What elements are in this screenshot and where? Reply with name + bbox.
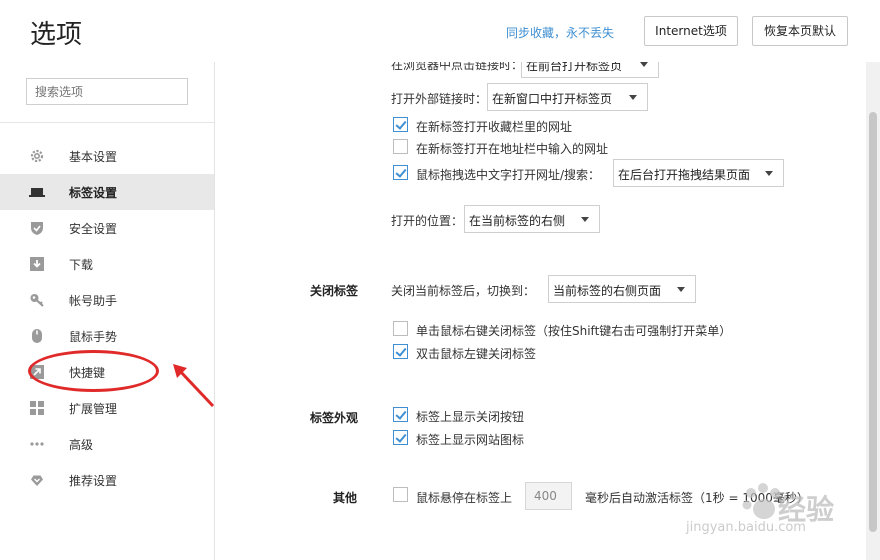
right-click-close-checkbox[interactable] [393, 321, 408, 336]
restore-defaults-button[interactable]: 恢复本页默认 [752, 16, 848, 46]
after-close-select[interactable]: 当前标签的右侧页面 [548, 275, 696, 303]
sidebar-item-tabs[interactable]: 标签设置 [0, 174, 214, 210]
chevron-down-icon [629, 95, 637, 100]
sidebar-item-label: 高级 [69, 438, 94, 452]
external-link-label: 打开外部链接时： [391, 92, 488, 106]
address-new-tab-checkbox[interactable] [393, 139, 408, 154]
select-value: 当前标签的右侧页面 [553, 284, 662, 298]
show-favicon-label: 标签上显示网站图标 [416, 433, 525, 447]
scrollbar[interactable] [866, 62, 880, 560]
hover-delay-suffix: 毫秒后自动激活标签（1秒 = 1000毫秒） [585, 491, 809, 505]
link-click-select[interactable]: 在前台打开标签页 [521, 62, 659, 78]
drag-text-checkbox[interactable] [393, 165, 408, 180]
bookmark-new-tab-label: 在新标签打开收藏栏里的网址 [416, 120, 573, 134]
sidebar-item-basic[interactable]: 基本设置 [0, 138, 214, 174]
select-value: 在后台打开拖拽结果页面 [618, 168, 751, 182]
sidebar-divider [0, 122, 214, 123]
sidebar-item-label: 下载 [69, 258, 94, 272]
chevron-down-icon [640, 62, 648, 67]
show-close-button-label: 标签上显示关闭按钮 [416, 410, 525, 424]
chevron-down-icon [581, 217, 589, 222]
mouse-icon [29, 328, 45, 344]
sidebar-item-security[interactable]: 安全设置 [0, 210, 214, 246]
chevron-down-icon [765, 171, 773, 176]
sidebar-item-advanced[interactable]: 高级 [0, 426, 214, 462]
show-close-button-checkbox[interactable] [393, 407, 408, 422]
hover-activate-checkbox[interactable] [393, 487, 408, 502]
watermark-url: jingyan.baidu.com [686, 520, 806, 535]
sidebar-item-label: 基本设置 [69, 150, 118, 164]
sidebar-item-label: 扩展管理 [69, 402, 118, 416]
close-tab-section-title: 关闭标签 [310, 284, 359, 298]
sidebar-item-label: 快捷键 [69, 366, 106, 380]
internet-options-button[interactable]: Internet选项 [644, 16, 738, 46]
select-value: 在新窗口中打开标签页 [492, 92, 613, 106]
gear-icon [29, 148, 45, 164]
double-click-close-checkbox[interactable] [393, 344, 408, 359]
sync-favorites-link[interactable]: 同步收藏，永不丢失 [506, 24, 614, 41]
sidebar-item-label: 标签设置 [69, 186, 118, 200]
tab-icon [29, 184, 45, 200]
sidebar-item-mouse-gesture[interactable]: 鼠标手势 [0, 318, 214, 354]
hover-activate-label: 鼠标悬停在标签上 [416, 491, 513, 505]
chevron-down-icon [677, 287, 685, 292]
external-link-select[interactable]: 在新窗口中打开标签页 [487, 83, 648, 111]
address-new-tab-label: 在新标签打开在地址栏中输入的网址 [416, 142, 609, 156]
heart-icon [29, 472, 45, 488]
sidebar-item-account[interactable]: 帐号助手 [0, 282, 214, 318]
sidebar-item-recommended[interactable]: 推荐设置 [0, 462, 214, 498]
show-favicon-checkbox[interactable] [393, 430, 408, 445]
grid-icon [29, 400, 45, 416]
link-click-label: 在浏览器中点击链接时： [391, 62, 524, 72]
sidebar-item-download[interactable]: 下载 [0, 246, 214, 282]
page-title: 选项 [30, 20, 83, 50]
shortcut-icon [29, 364, 45, 380]
key-icon [29, 292, 45, 308]
open-position-select[interactable]: 在当前标签的右侧 [464, 205, 600, 233]
select-value: 在前台打开标签页 [526, 62, 623, 73]
sidebar-item-label: 帐号助手 [69, 294, 118, 308]
after-close-label: 关闭当前标签后，切换到： [391, 284, 536, 298]
double-click-close-label: 双击鼠标左键关闭标签 [416, 347, 537, 361]
more-icon [29, 436, 45, 452]
sidebar-item-label: 鼠标手势 [69, 330, 118, 344]
right-click-close-label: 单击鼠标右键关闭标签（按住Shift键右击可强制打开菜单） [416, 324, 732, 338]
shield-icon [29, 220, 45, 236]
other-section-title: 其他 [333, 491, 358, 505]
hover-delay-input[interactable] [525, 482, 572, 510]
sidebar-item-extensions[interactable]: 扩展管理 [0, 390, 214, 426]
sidebar-item-shortcuts[interactable]: 快捷键 [0, 354, 214, 390]
download-icon [29, 256, 45, 272]
select-value: 在当前标签的右侧 [469, 214, 566, 228]
drag-text-label: 鼠标拖拽选中文字打开网址/搜索： [416, 168, 601, 182]
open-position-label: 打开的位置： [391, 214, 464, 228]
drag-text-select[interactable]: 在后台打开拖拽结果页面 [613, 159, 784, 187]
sidebar-item-label: 安全设置 [69, 222, 118, 236]
sidebar: 基本设置 标签设置 安全设置 下载 帐号助手 鼠标手势 快捷键 [0, 62, 215, 560]
header: 选项 同步收藏，永不丢失 Internet选项 恢复本页默认 [0, 0, 880, 62]
bookmark-new-tab-checkbox[interactable] [393, 117, 408, 132]
tab-settings-panel: 在浏览器中点击链接时： 在前台打开标签页 打开外部链接时： 在新窗口中打开标签页… [215, 62, 866, 560]
scrollbar-thumb[interactable] [869, 112, 877, 532]
search-input[interactable] [26, 78, 188, 105]
sidebar-item-label: 推荐设置 [69, 474, 118, 488]
tab-appearance-section-title: 标签外观 [310, 411, 359, 425]
